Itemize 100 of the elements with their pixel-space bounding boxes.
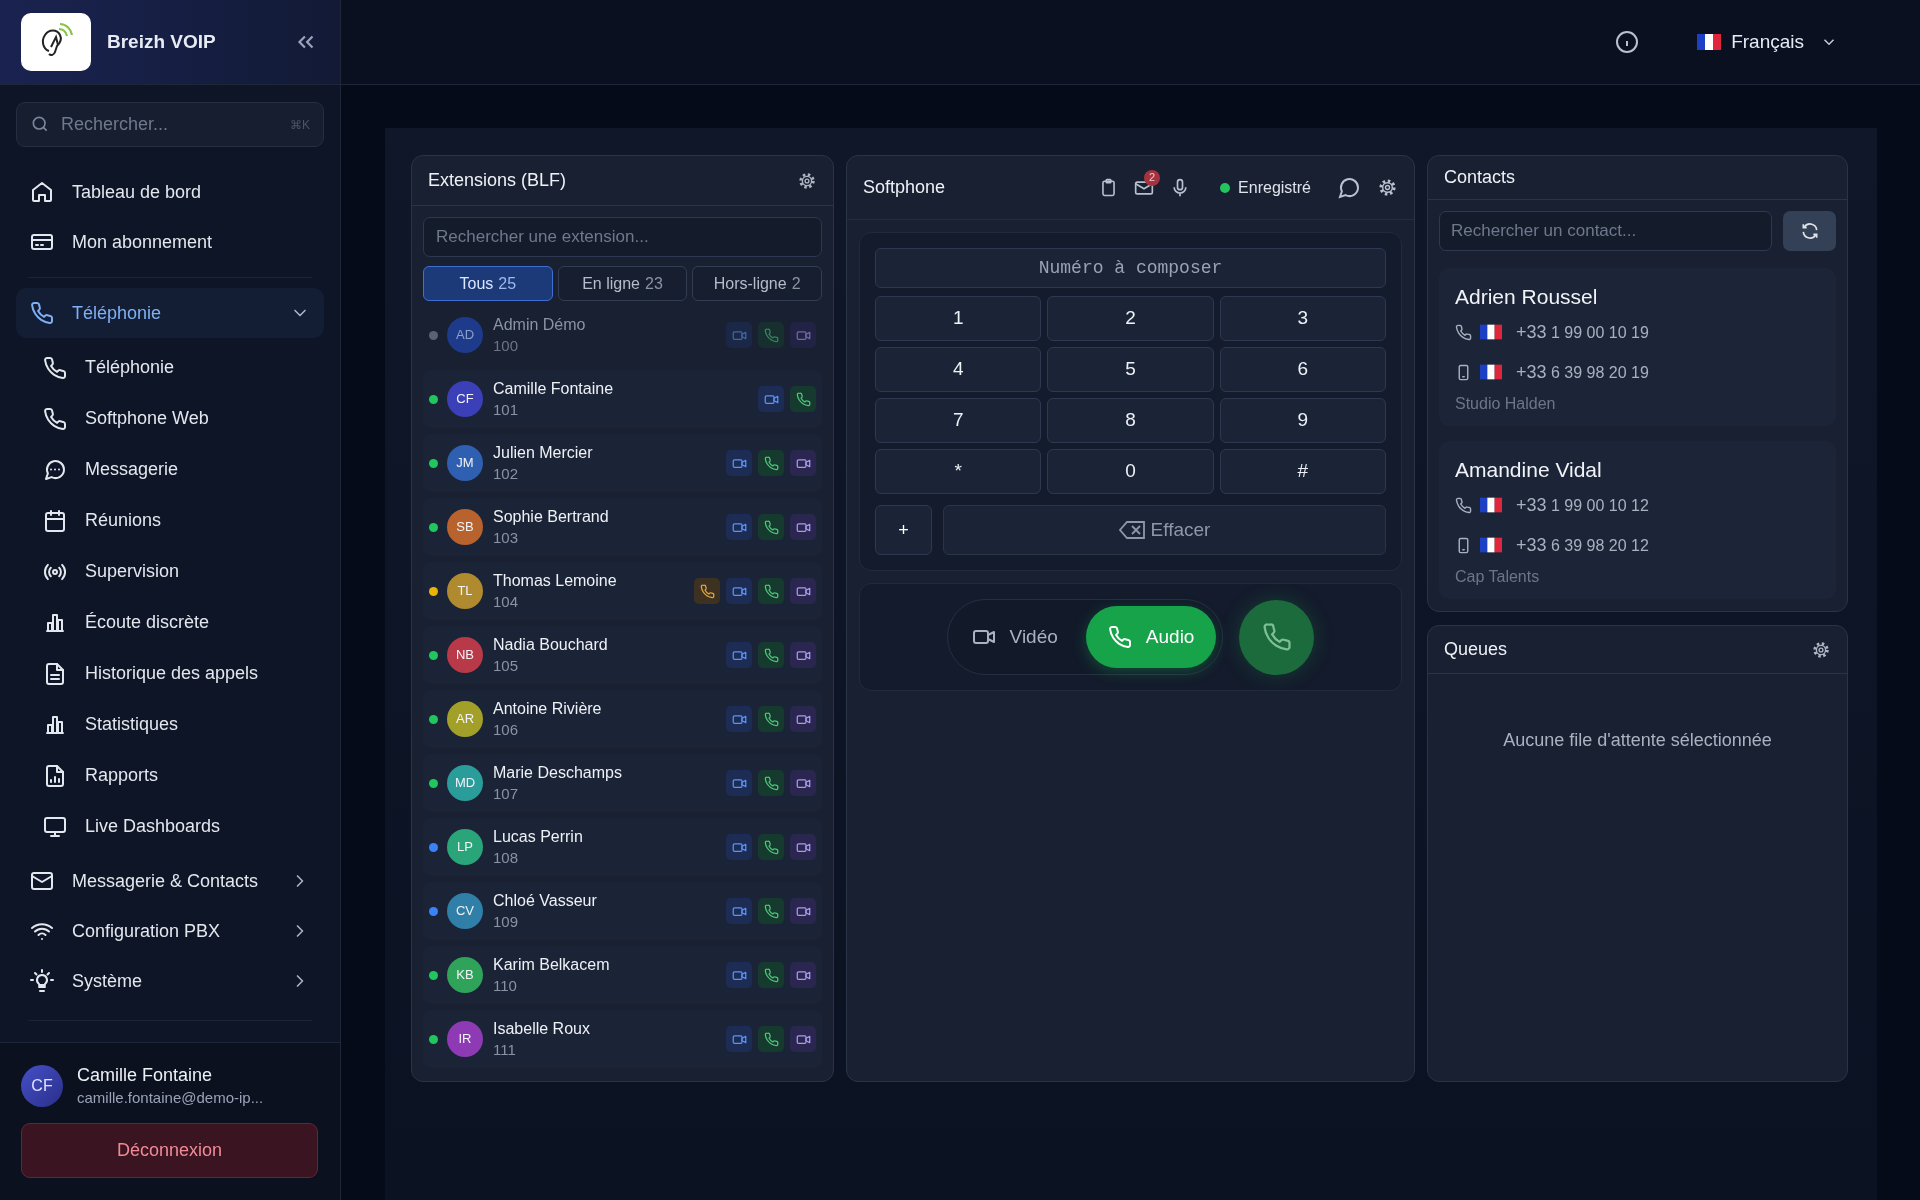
dialpad-key[interactable]: 1: [875, 296, 1042, 341]
nav-item[interactable]: Réunions: [16, 495, 324, 546]
chat-icon[interactable]: [1337, 175, 1361, 200]
extension-row[interactable]: MD Marie Deschamps 107: [423, 754, 822, 812]
call-button[interactable]: [758, 834, 784, 860]
logout-button[interactable]: Déconnexion: [21, 1123, 318, 1178]
dialpad-key[interactable]: 8: [1047, 398, 1214, 443]
video-button[interactable]: [726, 514, 752, 540]
extension-row[interactable]: CV Chloé Vasseur 109: [423, 882, 822, 940]
nav-item[interactable]: Messagerie & Contacts: [16, 856, 324, 906]
phone-number[interactable]: +33 6 39 98 20 12: [1516, 531, 1649, 559]
video-button[interactable]: [726, 770, 752, 796]
video-call-button[interactable]: [790, 898, 816, 924]
settings-icon[interactable]: [1811, 639, 1831, 660]
phone-number[interactable]: +33 1 99 00 10 19: [1516, 318, 1649, 346]
phone-number[interactable]: +33 1 99 00 10 12: [1516, 491, 1649, 519]
video-call-button[interactable]: [790, 770, 816, 796]
transfer-button[interactable]: [694, 578, 720, 604]
avatar: AD: [447, 317, 483, 353]
call-mode-tab[interactable]: Vidéo: [971, 606, 1078, 668]
video-call-button[interactable]: [790, 578, 816, 604]
filter-tab[interactable]: En ligne 23: [557, 266, 688, 301]
call-button[interactable]: [758, 450, 784, 476]
extension-search-field[interactable]: Rechercher une extension...: [423, 217, 822, 257]
dialpad-key[interactable]: 2: [1047, 296, 1214, 341]
dialpad-key[interactable]: 4: [875, 347, 1042, 392]
nav-item[interactable]: Mon abonnement: [16, 217, 324, 267]
video-button[interactable]: [726, 834, 752, 860]
filter-tab[interactable]: Tous 25: [423, 266, 553, 301]
video-button[interactable]: [726, 898, 752, 924]
extension-row[interactable]: JM Julien Mercier 102: [423, 434, 822, 492]
nav-item[interactable]: Écoute discrète: [16, 597, 324, 648]
call-button[interactable]: [758, 770, 784, 796]
video-button[interactable]: [726, 642, 752, 668]
call-button[interactable]: [758, 898, 784, 924]
dialpad-key[interactable]: 3: [1219, 296, 1386, 341]
nav-item[interactable]: Softphone Web: [16, 393, 324, 444]
filter-tab[interactable]: Hors-ligne 2: [692, 266, 822, 301]
avatar: JM: [447, 445, 483, 481]
extension-row[interactable]: NB Nadia Bouchard 105: [423, 626, 822, 684]
dialpad-key[interactable]: #: [1219, 449, 1386, 494]
nav-item[interactable]: Statistiques: [16, 699, 324, 750]
extension-row[interactable]: AR Antoine Rivière 106: [423, 690, 822, 748]
plus-key[interactable]: +: [875, 505, 932, 555]
nav-item[interactable]: Système: [16, 956, 324, 1006]
nav-item[interactable]: Historique des appels: [16, 648, 324, 699]
video-button[interactable]: [726, 578, 752, 604]
nav-item[interactable]: Rapports: [16, 750, 324, 801]
video-call-button[interactable]: [790, 834, 816, 860]
extension-row[interactable]: LP Lucas Perrin 108: [423, 818, 822, 876]
video-call-button[interactable]: [790, 450, 816, 476]
video-call-button[interactable]: [790, 962, 816, 988]
extension-number: 100: [493, 336, 520, 356]
nav-item[interactable]: Live Dashboards: [16, 801, 324, 852]
dialpad-key[interactable]: 9: [1219, 398, 1386, 443]
refresh-button[interactable]: [1783, 211, 1836, 251]
extension-row[interactable]: SB Sophie Bertrand 103: [423, 498, 822, 556]
call-button[interactable]: [758, 642, 784, 668]
nav-item[interactable]: Tableau de bord: [16, 167, 324, 217]
extension-row[interactable]: CF Camille Fontaine 101: [423, 370, 822, 428]
video-button[interactable]: [758, 386, 784, 412]
dialpad-key[interactable]: 6: [1219, 347, 1386, 392]
number-field[interactable]: Numéro à composer: [875, 248, 1386, 288]
settings-icon[interactable]: [1377, 177, 1398, 198]
extension-number: 106: [493, 720, 520, 740]
video-call-button[interactable]: [790, 514, 816, 540]
phone-number[interactable]: +33 6 39 98 20 19: [1516, 358, 1649, 386]
dialpad-key[interactable]: *: [875, 449, 1042, 494]
language-selector[interactable]: Français: [1697, 27, 1838, 57]
dialpad-key[interactable]: 0: [1047, 449, 1214, 494]
phone-icon: [763, 327, 779, 343]
clear-button[interactable]: Effacer: [943, 505, 1386, 555]
nav-item[interactable]: Messagerie: [16, 444, 324, 495]
video-call-button[interactable]: [790, 1026, 816, 1052]
call-button[interactable]: [790, 386, 816, 412]
call-button[interactable]: [758, 962, 784, 988]
video-button[interactable]: [726, 962, 752, 988]
video-call-button[interactable]: [790, 706, 816, 732]
video-button[interactable]: [726, 706, 752, 732]
info-icon[interactable]: [1615, 30, 1640, 54]
video-call-button[interactable]: [790, 642, 816, 668]
extension-row[interactable]: IR Isabelle Roux 111: [423, 1010, 822, 1068]
nav-item[interactable]: Téléphonie: [16, 288, 324, 338]
call-button[interactable]: [758, 578, 784, 604]
nav-item[interactable]: Téléphonie: [16, 342, 324, 393]
extension-row[interactable]: KB Karim Belkacem 110: [423, 946, 822, 1004]
video-button[interactable]: [726, 1026, 752, 1052]
dialpad-key[interactable]: 7: [875, 398, 1042, 443]
nav-item[interactable]: Supervision: [16, 546, 324, 597]
video-button[interactable]: [726, 450, 752, 476]
call-button[interactable]: [758, 514, 784, 540]
contact-search-field[interactable]: Rechercher un contact...: [1439, 211, 1772, 251]
call-button[interactable]: [758, 1026, 784, 1052]
contact-card[interactable]: Adrien Roussel +33 1 99 00 10 19 +33 6 39 98 20 19 Studio Halden: [1439, 268, 1836, 426]
contact-card[interactable]: Amandine Vidal +33 1 99 00 10 12 +33 6 39 98 20 12 Cap Talents: [1439, 441, 1836, 599]
extension-row[interactable]: TL Thomas Lemoine 104: [423, 562, 822, 620]
call-button[interactable]: [758, 706, 784, 732]
nav-item[interactable]: Configuration PBX: [16, 906, 324, 956]
dialpad-key[interactable]: 5: [1047, 347, 1214, 392]
settings-icon[interactable]: [797, 170, 817, 191]
